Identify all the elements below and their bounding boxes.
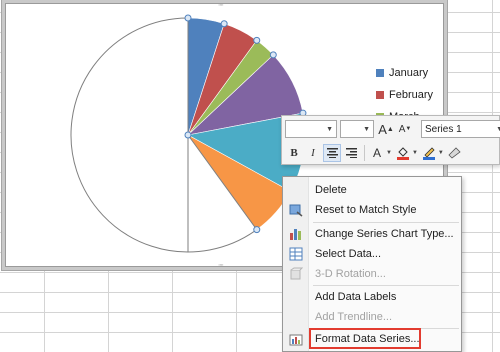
legend-item-february[interactable]: February	[376, 84, 446, 106]
menu-item-label: Delete	[315, 183, 347, 196]
series-select[interactable]: Series 1 ▼	[421, 120, 500, 138]
legend-label-february: February	[389, 89, 434, 101]
font-color-button[interactable]: A	[368, 144, 386, 162]
menu-item-label: 3-D Rotation...	[315, 267, 386, 280]
3d-rotation-icon	[285, 263, 307, 284]
grow-font-button[interactable]: A ▲	[377, 120, 395, 138]
menu-item-format-data-series[interactable]: Format Data Series...	[309, 328, 421, 349]
bold-button[interactable]: B	[285, 144, 303, 162]
font-size-select[interactable]: ▼	[340, 120, 374, 138]
font-name-select[interactable]: ▼	[285, 120, 337, 138]
selection-handle[interactable]	[184, 14, 192, 22]
chevron-down-icon: ▼	[496, 125, 500, 133]
align-right-button[interactable]	[342, 144, 360, 162]
chevron-down-icon: ▼	[363, 125, 370, 133]
context-menu: Delete Reset to Match Style Change Serie…	[282, 176, 462, 352]
menu-item-label: Format Data Series...	[315, 332, 420, 345]
blank-icon	[285, 179, 307, 200]
legend-item-january[interactable]: January	[376, 62, 446, 84]
font-color-icon: A	[372, 146, 381, 160]
blank-icon	[285, 286, 307, 307]
chevron-down-icon[interactable]: ▼	[438, 150, 444, 156]
chevron-down-icon[interactable]: ▼	[412, 150, 418, 156]
eraser-icon	[448, 147, 461, 159]
legend-swatch-january	[376, 69, 384, 77]
mini-toolbar-row-format: B I A ▼ ▼ ▼	[285, 141, 465, 165]
menu-item-label: Reset to Match Style	[315, 203, 417, 216]
menu-item-label: Add Data Labels	[315, 290, 397, 303]
reset-style-icon	[285, 199, 307, 220]
paint-bucket-icon	[396, 147, 409, 160]
selection-handle[interactable]	[253, 226, 261, 234]
blank-icon	[285, 306, 307, 327]
grow-caret-icon: ▲	[386, 125, 394, 133]
shrink-font-button[interactable]: A ▼	[396, 120, 414, 138]
select-data-icon	[285, 243, 307, 264]
toolbar-divider	[364, 145, 365, 161]
menu-item-3d-rotation[interactable]: 3-D Rotation...	[285, 263, 459, 284]
menu-item-add-trendline[interactable]: Add Trendline...	[285, 306, 459, 327]
series-select-value: Series 1	[425, 123, 462, 135]
mini-toolbar: ▼ ▼ A ▲ A ▼ Series 1 ▼ B I A ▼ ▼ ▼	[281, 115, 500, 165]
legend-swatch-february	[376, 91, 384, 99]
grow-font-icon: A	[378, 121, 387, 137]
selection-handle[interactable]	[184, 131, 192, 139]
menu-item-add-data-labels[interactable]: Add Data Labels	[285, 286, 459, 307]
menu-item-reset-to-match-style[interactable]: Reset to Match Style	[285, 199, 459, 220]
align-right-icon	[345, 148, 357, 158]
bar-chart-icon	[285, 223, 307, 244]
menu-item-change-series-chart-type[interactable]: Change Series Chart Type...	[285, 223, 459, 244]
format-painter-button[interactable]	[446, 144, 464, 162]
shrink-caret-icon: ▼	[405, 126, 412, 132]
outline-color-button[interactable]	[420, 144, 438, 162]
menu-item-label: Select Data...	[315, 247, 382, 260]
align-center-icon	[326, 148, 338, 158]
chevron-down-icon: ▼	[326, 125, 333, 133]
shrink-font-icon: A	[398, 123, 406, 135]
pen-outline-icon	[422, 147, 435, 160]
format-series-icon	[285, 329, 307, 350]
align-center-button[interactable]	[323, 144, 341, 162]
selection-handle[interactable]	[220, 20, 228, 28]
selection-handle[interactable]	[269, 51, 277, 59]
legend-label-january: January	[389, 67, 429, 79]
italic-button[interactable]: I	[304, 144, 322, 162]
chevron-down-icon[interactable]: ▼	[386, 150, 392, 156]
menu-item-label: Add Trendline...	[315, 310, 393, 323]
mini-toolbar-row-font: ▼ ▼ A ▲ A ▼ Series 1 ▼	[285, 117, 500, 141]
selection-handle[interactable]	[253, 36, 261, 44]
menu-item-select-data[interactable]: Select Data...	[285, 243, 459, 264]
menu-item-delete[interactable]: Delete	[285, 179, 459, 200]
fill-color-button[interactable]	[394, 144, 412, 162]
menu-item-label: Change Series Chart Type...	[315, 227, 454, 240]
